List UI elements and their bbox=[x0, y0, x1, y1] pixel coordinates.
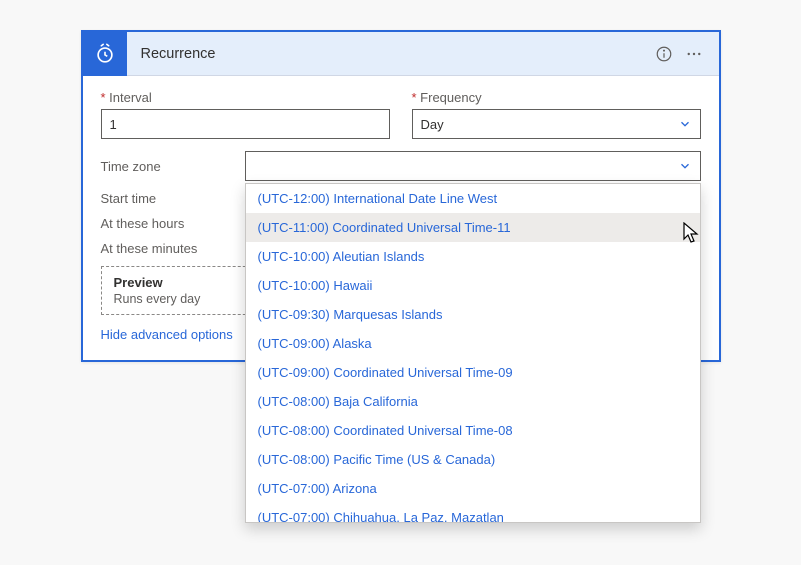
frequency-select[interactable]: Day bbox=[412, 109, 701, 139]
more-button[interactable] bbox=[679, 39, 709, 69]
card-title: Recurrence bbox=[141, 46, 649, 62]
timezone-select[interactable] bbox=[245, 151, 701, 181]
timezone-option[interactable]: (UTC-08:00) Coordinated Universal Time-0… bbox=[246, 416, 700, 445]
starttime-label: Start time bbox=[101, 191, 231, 206]
minutes-label: At these minutes bbox=[101, 241, 231, 256]
frequency-field: Frequency Day bbox=[412, 90, 701, 139]
timezone-option[interactable]: (UTC-09:30) Marquesas Islands bbox=[246, 300, 700, 329]
timezone-option[interactable]: (UTC-09:00) Coordinated Universal Time-0… bbox=[246, 358, 700, 387]
frequency-value: Day bbox=[421, 117, 444, 132]
timezone-label: Time zone bbox=[101, 159, 231, 174]
timezone-dropdown[interactable]: (UTC-12:00) International Date Line West… bbox=[245, 183, 701, 523]
timezone-option[interactable]: (UTC-08:00) Pacific Time (US & Canada) bbox=[246, 445, 700, 474]
card-body: Interval Frequency Day Time zone bbox=[83, 76, 719, 360]
recurrence-icon bbox=[83, 32, 127, 76]
interval-input[interactable] bbox=[101, 109, 390, 139]
card-header: Recurrence bbox=[83, 32, 719, 76]
timezone-option[interactable]: (UTC-11:00) Coordinated Universal Time-1… bbox=[246, 213, 700, 242]
interval-field: Interval bbox=[101, 90, 390, 139]
timezone-option[interactable]: (UTC-10:00) Hawaii bbox=[246, 271, 700, 300]
chevron-down-icon bbox=[678, 117, 692, 131]
frequency-label: Frequency bbox=[412, 90, 701, 105]
timezone-option[interactable]: (UTC-09:00) Alaska bbox=[246, 329, 700, 358]
recurrence-card: Recurrence Interval Frequency Day bbox=[81, 30, 721, 362]
preview-title: Preview bbox=[114, 275, 248, 290]
timezone-option[interactable]: (UTC-07:00) Chihuahua, La Paz, Mazatlan bbox=[246, 503, 700, 523]
timezone-option[interactable]: (UTC-07:00) Arizona bbox=[246, 474, 700, 503]
interval-label: Interval bbox=[101, 90, 390, 105]
preview-box: Preview Runs every day bbox=[101, 266, 261, 315]
chevron-down-icon bbox=[678, 159, 692, 173]
preview-subtitle: Runs every day bbox=[114, 292, 248, 306]
hide-advanced-link[interactable]: Hide advanced options bbox=[101, 327, 233, 342]
info-button[interactable] bbox=[649, 39, 679, 69]
timezone-option[interactable]: (UTC-08:00) Baja California bbox=[246, 387, 700, 416]
timezone-option[interactable]: (UTC-10:00) Aleutian Islands bbox=[246, 242, 700, 271]
timezone-option[interactable]: (UTC-12:00) International Date Line West bbox=[246, 184, 700, 213]
hours-label: At these hours bbox=[101, 216, 231, 231]
